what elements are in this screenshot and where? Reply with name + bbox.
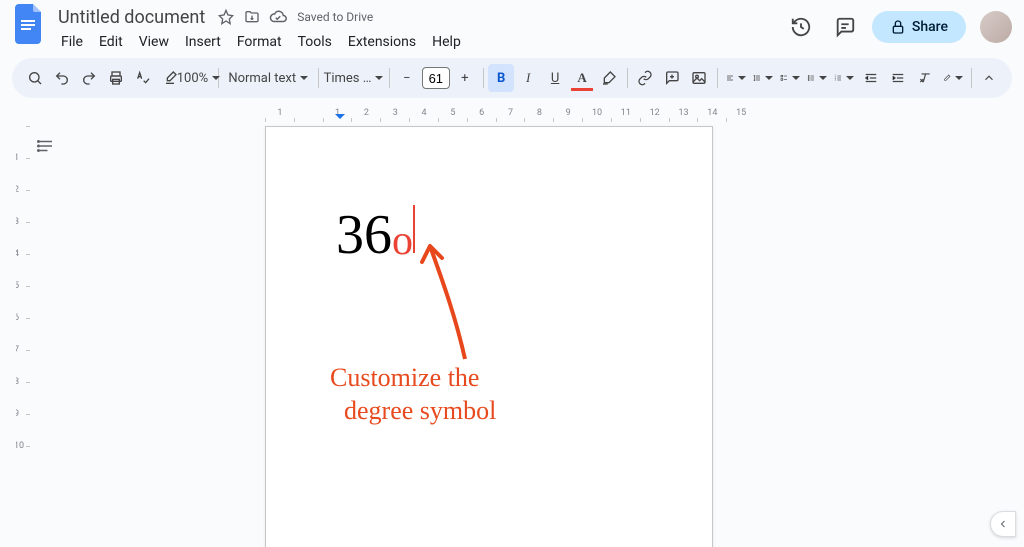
show-outline-icon[interactable]	[34, 134, 58, 158]
redo-icon[interactable]	[76, 64, 102, 92]
menu-help[interactable]: Help	[425, 30, 468, 54]
indent-increase-button[interactable]	[885, 64, 911, 92]
insert-comment-icon[interactable]	[659, 64, 685, 92]
menu-insert[interactable]: Insert	[178, 30, 228, 54]
bulleted-list-button[interactable]	[804, 64, 830, 92]
menu-file[interactable]: File	[54, 30, 90, 54]
menubar: File Edit View Insert Format Tools Exten…	[54, 30, 784, 54]
spellcheck-icon[interactable]	[130, 64, 156, 92]
checklist-button[interactable]	[777, 64, 803, 92]
text-color-button[interactable]: A	[569, 64, 595, 92]
paragraph-style-select[interactable]: Normal text	[223, 64, 313, 92]
menu-tools[interactable]: Tools	[291, 30, 339, 54]
document-text[interactable]: 36	[336, 204, 392, 266]
svg-text:3: 3	[834, 79, 836, 82]
indent-decrease-button[interactable]	[858, 64, 884, 92]
undo-icon[interactable]	[49, 64, 75, 92]
comments-icon[interactable]	[828, 10, 862, 44]
document-title[interactable]: Untitled document	[54, 7, 209, 28]
account-avatar[interactable]	[980, 11, 1012, 43]
bold-button[interactable]: B	[488, 64, 514, 92]
menu-edit[interactable]: Edit	[92, 30, 130, 54]
numbered-list-button[interactable]: 123	[831, 64, 857, 92]
underline-button[interactable]: U	[542, 64, 568, 92]
insert-image-icon[interactable]	[686, 64, 712, 92]
clear-formatting-button[interactable]	[912, 64, 938, 92]
document-page[interactable]: 36o	[265, 126, 713, 547]
print-icon[interactable]	[103, 64, 129, 92]
font-size-increase[interactable]: +	[452, 64, 478, 92]
menu-extensions[interactable]: Extensions	[341, 30, 423, 54]
saved-status: Saved to Drive	[297, 10, 373, 24]
font-family-select[interactable]: Times …	[324, 64, 384, 92]
star-icon[interactable]	[217, 8, 235, 26]
text-cursor	[413, 205, 415, 253]
search-menus-icon[interactable]	[22, 64, 48, 92]
toolbar: 100% Normal text Times … − + B I U A 123	[12, 58, 1012, 98]
expand-side-panel-icon[interactable]	[990, 511, 1016, 537]
menu-view[interactable]: View	[132, 30, 176, 54]
zoom-select[interactable]: 100%	[184, 64, 213, 92]
menu-format[interactable]: Format	[230, 30, 289, 54]
italic-button[interactable]: I	[515, 64, 541, 92]
cloud-saved-icon[interactable]	[269, 8, 287, 26]
highlight-color-button[interactable]	[596, 64, 622, 92]
vertical-ruler[interactable]: 12345678910	[16, 126, 32, 547]
align-button[interactable]	[723, 64, 749, 92]
line-spacing-button[interactable]	[750, 64, 776, 92]
share-button[interactable]: Share	[872, 11, 966, 43]
collapse-toolbar-button[interactable]	[976, 64, 1002, 92]
share-label: Share	[912, 19, 948, 35]
history-icon[interactable]	[784, 10, 818, 44]
docs-logo[interactable]	[12, 6, 48, 42]
insert-link-icon[interactable]	[632, 64, 658, 92]
lock-icon	[890, 19, 906, 35]
font-size-input[interactable]	[422, 67, 450, 89]
move-icon[interactable]	[243, 8, 261, 26]
indent-marker-icon[interactable]	[335, 114, 345, 124]
editing-mode-button[interactable]	[940, 64, 966, 92]
font-size-decrease[interactable]: −	[394, 64, 420, 92]
